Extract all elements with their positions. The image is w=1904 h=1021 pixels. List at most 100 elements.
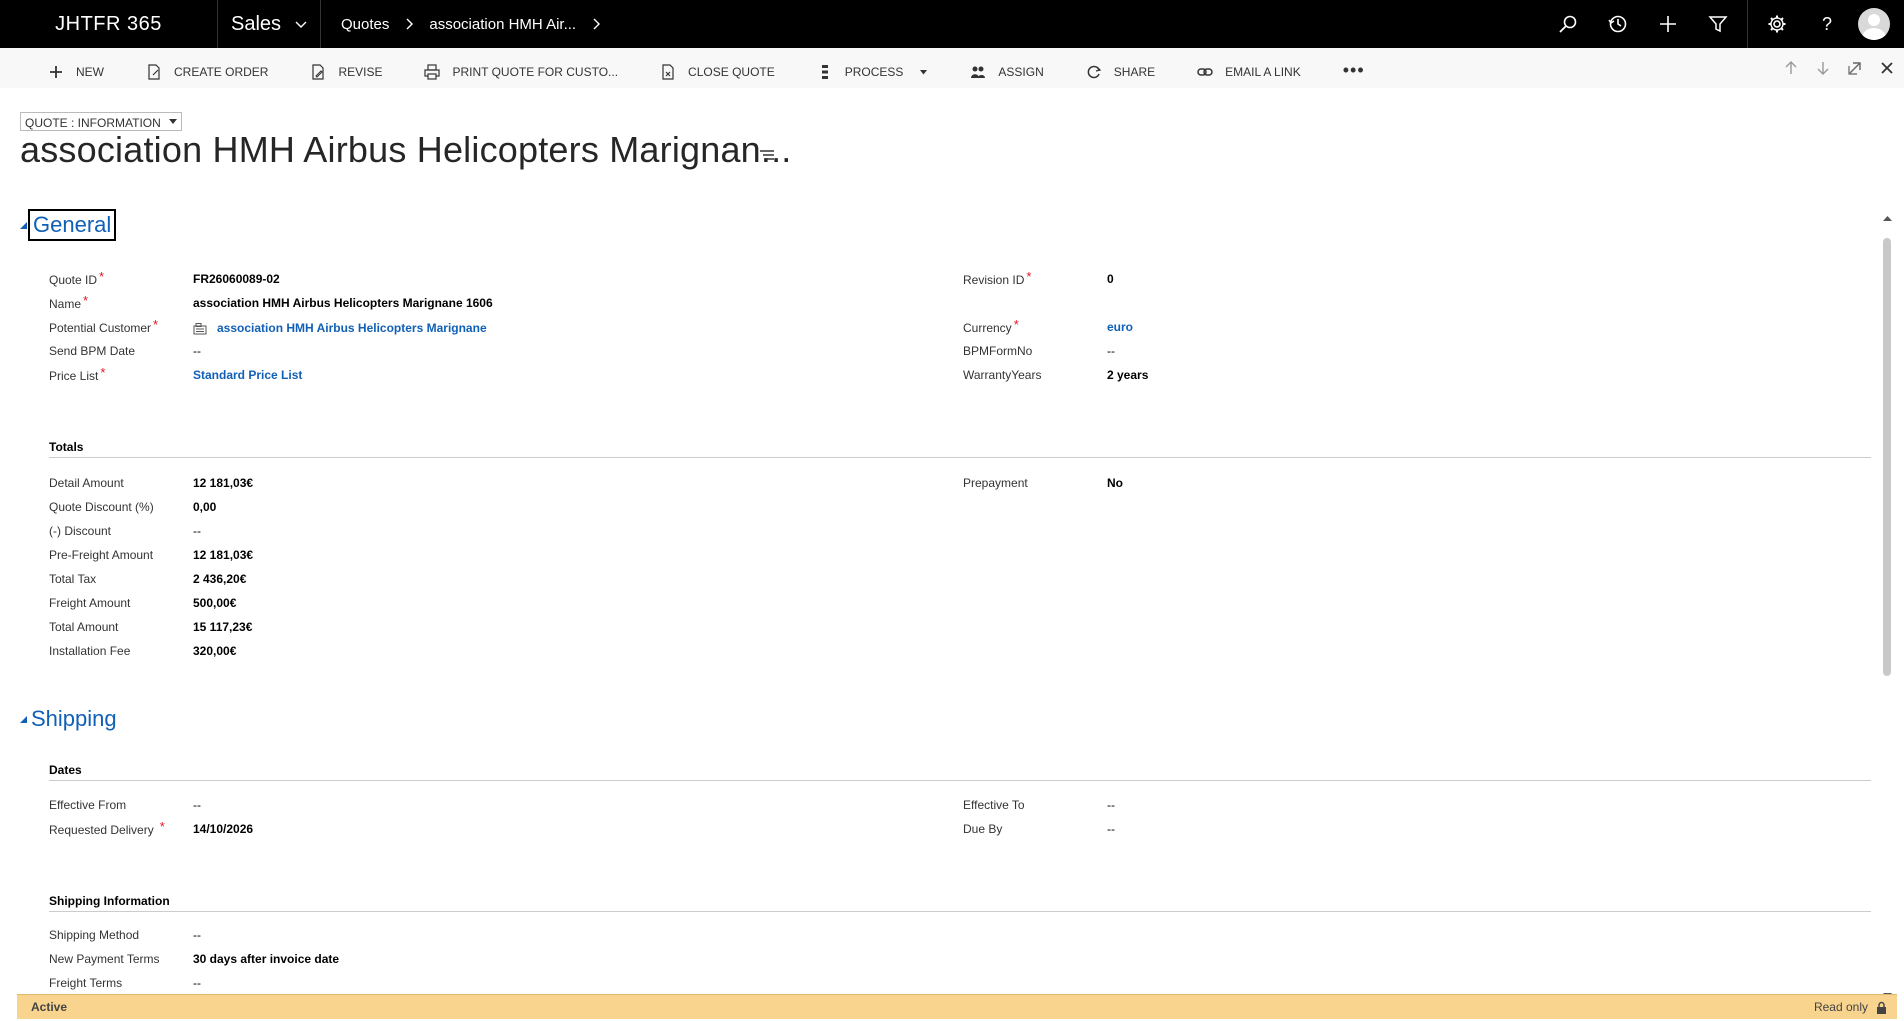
email-link-button[interactable]: EMAIL A LINK bbox=[1197, 52, 1301, 92]
customer-link[interactable]: association HMH Airbus Helicopters Marig… bbox=[193, 320, 487, 335]
scrollbar[interactable] bbox=[1880, 210, 1894, 998]
send-bpm-label: Send BPM Date bbox=[49, 344, 136, 358]
section-general-toggle[interactable]: General bbox=[20, 209, 117, 241]
effective-to-value[interactable]: -- bbox=[1107, 798, 1115, 812]
currency-link[interactable]: euro bbox=[1107, 320, 1133, 335]
chevron-right-icon[interactable] bbox=[590, 18, 602, 30]
field-freight-terms: Freight Terms -- bbox=[49, 976, 201, 990]
new-label: NEW bbox=[76, 65, 104, 79]
print-quote-button[interactable]: PRINT QUOTE FOR CUSTO... bbox=[424, 52, 618, 92]
customer-value: association HMH Airbus Helicopters Marig… bbox=[217, 320, 487, 335]
filter-icon[interactable] bbox=[1693, 0, 1743, 48]
module-switcher[interactable]: Sales bbox=[218, 0, 321, 48]
breadcrumb-record[interactable]: association HMH Air... bbox=[419, 16, 586, 33]
status-bar: Active Read only bbox=[17, 994, 1897, 1019]
field-due-by: Due By -- bbox=[963, 822, 1115, 836]
requested-delivery-value[interactable]: 14/10/2026 bbox=[193, 822, 253, 837]
payment-terms-value[interactable]: 30 days after invoice date bbox=[193, 952, 339, 966]
prepayment-label: Prepayment bbox=[963, 476, 1028, 490]
field-total-amount: Total Amount 15 117,23€ bbox=[49, 620, 252, 634]
quote-id-value[interactable]: FR26060089-02 bbox=[193, 272, 280, 287]
total-tax-value[interactable]: 2 436,20€ bbox=[193, 572, 246, 586]
scroll-thumb[interactable] bbox=[1883, 238, 1891, 676]
requested-delivery-label: Requested Delivery bbox=[49, 823, 154, 837]
freight-terms-value[interactable]: -- bbox=[193, 976, 201, 990]
field-quote-id: Quote ID * FR26060089-02 bbox=[49, 269, 280, 287]
required-marker: * bbox=[1013, 317, 1019, 332]
effective-from-value[interactable]: -- bbox=[193, 798, 201, 812]
help-icon[interactable]: ? bbox=[1802, 0, 1852, 48]
arrow-down-icon[interactable] bbox=[1814, 59, 1832, 77]
prepayment-value[interactable]: No bbox=[1107, 476, 1123, 490]
more-commands-icon[interactable]: ••• bbox=[1343, 60, 1365, 81]
assign-button[interactable]: ASSIGN bbox=[970, 52, 1044, 92]
revision-value[interactable]: 0 bbox=[1107, 272, 1114, 287]
caret-down-icon bbox=[168, 119, 177, 124]
due-by-label: Due By bbox=[963, 822, 1003, 836]
record-status: Active bbox=[31, 1000, 68, 1014]
breadcrumb-quotes[interactable]: Quotes bbox=[331, 16, 399, 33]
field-effective-from: Effective From -- bbox=[49, 798, 201, 812]
email-link-label: EMAIL A LINK bbox=[1225, 65, 1301, 79]
quote-discount-label: Quote Discount (%) bbox=[49, 500, 154, 514]
scroll-up-icon[interactable] bbox=[1883, 214, 1892, 223]
search-icon[interactable] bbox=[1543, 0, 1593, 48]
pop-out-icon[interactable] bbox=[1846, 59, 1864, 77]
pre-freight-value[interactable]: 12 181,03€ bbox=[193, 548, 253, 562]
close-quote-button[interactable]: CLOSE QUOTE bbox=[660, 52, 775, 92]
field-currency: Currency * euro bbox=[963, 317, 1133, 335]
bpm-form-label: BPMFormNo bbox=[963, 344, 1033, 358]
required-marker: * bbox=[159, 819, 165, 834]
svg-text:?: ? bbox=[1822, 14, 1832, 34]
due-by-value[interactable]: -- bbox=[1107, 822, 1115, 836]
breadcrumb: Quotes association HMH Air... bbox=[321, 0, 606, 48]
field-send-bpm-date: Send BPM Date -- bbox=[49, 344, 201, 358]
section-shipping-title: Shipping bbox=[31, 706, 117, 731]
dates-heading: Dates bbox=[49, 763, 1871, 781]
create-order-button[interactable]: CREATE ORDER bbox=[146, 52, 268, 92]
totals-heading: Totals bbox=[49, 440, 1871, 458]
send-bpm-value[interactable]: -- bbox=[193, 344, 201, 358]
name-label: Name bbox=[49, 297, 82, 311]
new-button[interactable]: NEW bbox=[48, 52, 104, 92]
name-value[interactable]: association HMH Airbus Helicopters Marig… bbox=[193, 296, 493, 311]
field-potential-customer: Potential Customer * association HMH Airb… bbox=[49, 317, 487, 335]
page-title: association HMH Airbus Helicopters Marig… bbox=[20, 129, 792, 170]
warranty-value[interactable]: 2 years bbox=[1107, 368, 1148, 382]
process-button[interactable]: PROCESS bbox=[817, 52, 929, 92]
revision-label: Revision ID bbox=[963, 273, 1025, 287]
freight-value[interactable]: 500,00€ bbox=[193, 596, 236, 610]
detail-amount-label: Detail Amount bbox=[49, 476, 124, 490]
field-discount: (-) Discount -- bbox=[49, 524, 201, 538]
avatar[interactable] bbox=[1858, 8, 1890, 40]
quote-discount-value[interactable]: 0,00 bbox=[193, 500, 216, 514]
header-menu-icon[interactable] bbox=[758, 147, 776, 163]
shipping-method-value[interactable]: -- bbox=[193, 928, 201, 942]
warranty-label: WarrantyYears bbox=[963, 368, 1042, 382]
app-brand[interactable]: JHTFR 365 bbox=[0, 0, 218, 48]
field-installation-fee: Installation Fee 320,00€ bbox=[49, 644, 236, 658]
pre-freight-label: Pre-Freight Amount bbox=[49, 548, 154, 562]
document-edit-icon bbox=[148, 64, 160, 80]
module-label: Sales bbox=[230, 12, 282, 35]
plus-icon[interactable] bbox=[1643, 0, 1693, 48]
print-quote-label: PRINT QUOTE FOR CUSTO... bbox=[452, 65, 619, 79]
lock-icon bbox=[1877, 1001, 1886, 1014]
history-icon[interactable] bbox=[1593, 0, 1643, 48]
price-list-label: Price List bbox=[49, 369, 99, 383]
share-button[interactable]: SHARE bbox=[1086, 52, 1155, 92]
revise-button[interactable]: REVISE bbox=[310, 52, 382, 92]
close-quote-label: CLOSE QUOTE bbox=[688, 65, 775, 79]
bpm-form-value[interactable]: -- bbox=[1107, 344, 1115, 358]
total-amount-value[interactable]: 15 117,23€ bbox=[193, 620, 252, 634]
gear-icon[interactable] bbox=[1752, 0, 1802, 48]
total-amount-label: Total Amount bbox=[49, 620, 119, 634]
installation-value[interactable]: 320,00€ bbox=[193, 644, 236, 658]
revise-label: REVISE bbox=[338, 65, 383, 79]
price-list-link[interactable]: Standard Price List bbox=[193, 368, 302, 383]
close-icon[interactable] bbox=[1878, 59, 1896, 77]
detail-amount-value[interactable]: 12 181,03€ bbox=[193, 476, 253, 490]
section-shipping-toggle[interactable]: Shipping bbox=[20, 706, 117, 732]
discount-value[interactable]: -- bbox=[193, 524, 201, 538]
arrow-up-icon[interactable] bbox=[1782, 59, 1800, 77]
